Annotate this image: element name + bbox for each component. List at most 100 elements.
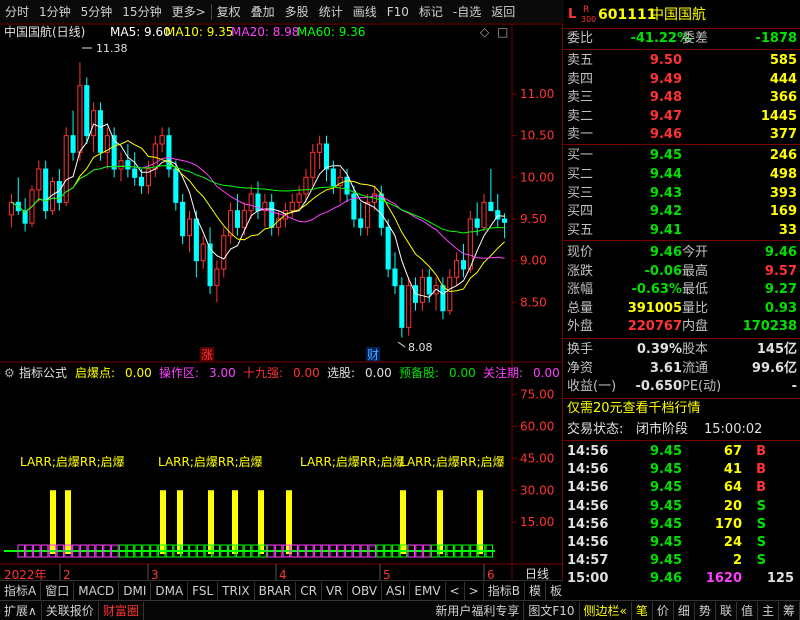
tab-prev[interactable]: <: [446, 581, 465, 600]
tab-15min[interactable]: 15分钟: [117, 1, 166, 23]
back-button[interactable]: 返回: [486, 1, 520, 23]
candle-body: [97, 110, 104, 153]
stat-value: 391005: [627, 300, 682, 316]
tab-detail[interactable]: 细: [674, 601, 695, 620]
tab-price[interactable]: 价: [653, 601, 674, 620]
stat-row: 涨跌 -0.06 最高 9.57: [564, 263, 800, 281]
candle-body: [84, 85, 90, 137]
promo-text[interactable]: 仅需20元查看千档行情: [567, 400, 701, 418]
tab-fsl[interactable]: FSL: [188, 581, 219, 600]
sidebar-toggle-button[interactable]: 侧边栏«: [580, 601, 632, 620]
tab-indicator-a[interactable]: 指标A: [0, 581, 42, 600]
ask-row[interactable]: 卖三 9.48 366: [564, 89, 800, 107]
new-user-benefit-link[interactable]: 新用户福利专享: [431, 601, 525, 620]
candle-body: [358, 218, 364, 228]
date-month-label: 4: [279, 568, 287, 580]
tick-price: 9.46: [650, 571, 683, 587]
promo-row[interactable]: 仅需20元查看千档行情: [564, 400, 800, 418]
candle-body: [310, 151, 316, 178]
fundamental-row: 收益(一) -0.650 PE(动) -: [564, 378, 800, 396]
tab-vr[interactable]: VR: [322, 581, 348, 600]
tab-1min[interactable]: 1分钟: [34, 1, 76, 23]
expand-button[interactable]: 扩展∧: [0, 601, 42, 620]
tick-side: S: [756, 498, 766, 514]
ask-row[interactable]: 卖四 9.49 444: [564, 71, 800, 89]
remove-watchlist-button[interactable]: -自选: [448, 1, 486, 23]
tab-main[interactable]: 主: [758, 601, 779, 620]
tab-indicator-b[interactable]: 指标B: [484, 581, 525, 600]
tab-linked[interactable]: 联: [716, 601, 737, 620]
kline-chart-area[interactable]: 中国国航(日线) MA5: 9.60 MA10: 9.35 MA20: 8.98…: [0, 24, 563, 596]
fuquan-button[interactable]: 复权: [212, 1, 246, 23]
divider: [564, 49, 800, 50]
tab-obv[interactable]: OBV: [348, 581, 383, 600]
indicator-bars: [50, 490, 483, 554]
candle-body: [193, 218, 199, 262]
tab-ticks[interactable]: 笔: [632, 601, 653, 620]
ask-row[interactable]: 卖一 9.46 377: [564, 126, 800, 144]
tick-price: 9.45: [650, 444, 683, 459]
tab-template[interactable]: 模: [525, 581, 546, 600]
tab-more[interactable]: 更多>: [167, 1, 211, 23]
candle-body: [365, 201, 371, 228]
statistics-button[interactable]: 统计: [314, 1, 348, 23]
ask-row[interactable]: 卖五 9.50 585: [564, 52, 800, 70]
tab-next[interactable]: >: [465, 581, 484, 600]
tab-trix[interactable]: TRIX: [218, 581, 255, 600]
tick-volume: 1620: [705, 571, 742, 587]
tab-brar[interactable]: BRAR: [255, 581, 297, 600]
tab-trend[interactable]: 势: [695, 601, 716, 620]
tab-asi[interactable]: ASI: [382, 581, 411, 600]
bid-level-label: 买三: [567, 185, 594, 201]
ask-row[interactable]: 卖二 9.47 1445: [564, 108, 800, 126]
fundamental-label: 流通: [682, 360, 709, 376]
bid-row[interactable]: 买四 9.42 169: [564, 203, 800, 221]
cai-marker: 财: [367, 348, 379, 362]
tick-row: 14:56 9.45 67 B: [564, 443, 800, 461]
signal-bar: [177, 490, 183, 554]
candle-body: [214, 268, 220, 287]
tab-value[interactable]: 值: [737, 601, 758, 620]
stat-row: 涨幅 -0.63% 最低 9.27: [564, 281, 800, 299]
tab-dma[interactable]: DMA: [151, 581, 189, 600]
indicator-tick-label: 45.00: [520, 451, 554, 465]
indicator-value: 3.00: [209, 366, 236, 380]
candle-body: [234, 210, 241, 228]
indicator-value: 0.00: [365, 366, 392, 380]
bid-row[interactable]: 买二 9.44 498: [564, 166, 800, 184]
tab-dmi[interactable]: DMI: [119, 581, 152, 600]
tab-5min[interactable]: 5分钟: [76, 1, 118, 23]
bid-row[interactable]: 买五 9.41 33: [564, 222, 800, 240]
kline-chart[interactable]: 中国国航(日线) MA5: 9.60 MA10: 9.35 MA20: 8.98…: [0, 24, 563, 580]
signal-labels: LARR;启爆RR;启爆 LARR;启爆RR;启爆 LARR;启爆RR;启爆LARR…: [20, 455, 505, 469]
candle-body: [447, 276, 453, 312]
multi-stock-button[interactable]: 多股: [280, 1, 314, 23]
tab-fenshi[interactable]: 分时: [0, 1, 34, 23]
trade-status-time: 15:00:02: [704, 422, 763, 437]
f10-button[interactable]: F10: [382, 1, 414, 23]
tab-window[interactable]: 窗口: [41, 581, 75, 600]
bid-row[interactable]: 买一 9.45 246: [564, 147, 800, 165]
indicator-field: 关注期:: [483, 365, 523, 380]
graphic-f10-button[interactable]: 图文F10: [524, 601, 580, 620]
wealth-circle-button[interactable]: 财富圈: [99, 601, 144, 620]
bid-volume: 393: [769, 185, 797, 201]
divider: [564, 398, 800, 399]
mark-button[interactable]: 标记: [414, 1, 448, 23]
tick-side: B: [756, 462, 766, 478]
tab-cr[interactable]: CR: [296, 581, 322, 600]
overlay-button[interactable]: 叠加: [246, 1, 280, 23]
fundamental-label: PE(动): [682, 379, 722, 394]
tick-row: 14:56 9.45 64 B: [564, 479, 800, 497]
bid-row[interactable]: 买三 9.43 393: [564, 185, 800, 203]
stat-row: 外盘 220767 内盘 170238: [564, 318, 800, 336]
related-quote-button[interactable]: 关联报价: [42, 601, 99, 620]
ask-level-label: 卖五: [567, 53, 594, 68]
tab-macd[interactable]: MACD: [74, 581, 120, 600]
tick-price: 9.45: [650, 498, 683, 514]
tab-chips[interactable]: 筹: [779, 601, 800, 620]
candle-body: [330, 168, 336, 187]
fundamental-row: 净资 3.61 流通 99.6亿: [564, 360, 800, 378]
tab-emv[interactable]: EMV: [410, 581, 446, 600]
draw-line-button[interactable]: 画线: [348, 1, 382, 23]
